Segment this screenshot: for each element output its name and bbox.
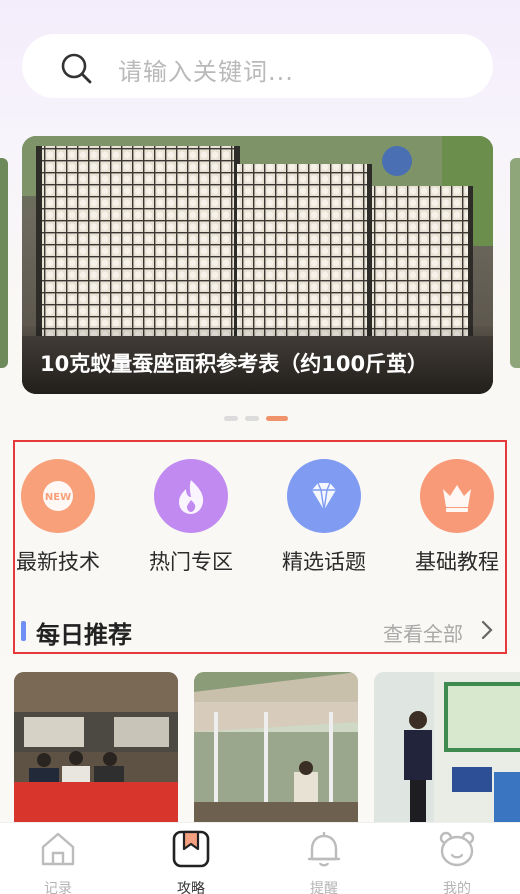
category-label: 精选话题 <box>282 550 366 574</box>
banner-carousel[interactable]: 10克蚁量蚕座面积参考表（约100斤茧） <box>22 136 493 394</box>
tab-reminders[interactable]: 提醒 <box>284 829 364 894</box>
banner-caption: 10克蚁量蚕座面积参考表（约100斤茧） <box>40 352 429 376</box>
category-basic-tutorial[interactable]: 基础教程 <box>402 459 512 576</box>
recommend-card[interactable] <box>194 672 358 822</box>
search-input[interactable]: 请输入关键词... <box>118 52 294 87</box>
view-all-link[interactable]: 查看全部 <box>383 618 463 647</box>
category-label: 基础教程 <box>415 550 499 574</box>
bell-icon <box>307 832 341 867</box>
search-icon <box>61 53 92 84</box>
recommend-thumbnail <box>14 672 178 822</box>
carousel-dot[interactable] <box>224 416 238 421</box>
tab-records[interactable]: 记录 <box>18 829 98 894</box>
banner-next-peek[interactable] <box>510 158 520 368</box>
tab-label: 记录 <box>44 881 72 894</box>
banner-prev-peek[interactable] <box>0 158 8 368</box>
carousel-dot[interactable] <box>245 416 259 421</box>
carousel-indicator <box>224 416 288 421</box>
bookmark-icon <box>172 830 210 868</box>
bottom-tab-bar: 记录 攻略 提醒 我的 <box>0 822 520 894</box>
recommend-card[interactable] <box>14 672 178 822</box>
category-featured-topics[interactable]: 精选话题 <box>269 459 379 576</box>
category-latest-tech[interactable]: NEW 最新技术 <box>3 459 113 576</box>
search-bar[interactable]: 请输入关键词... <box>22 34 493 98</box>
new-badge-icon: NEW <box>21 459 95 533</box>
tab-profile[interactable]: 我的 <box>417 829 497 894</box>
new-badge-text: NEW <box>45 492 71 503</box>
bear-face-icon <box>439 831 475 867</box>
tab-label: 攻略 <box>177 881 205 894</box>
flame-icon <box>154 459 228 533</box>
recommend-card[interactable] <box>374 672 520 822</box>
section-title: 每日推荐 <box>36 621 132 649</box>
category-label: 热门专区 <box>149 550 233 574</box>
crown-icon <box>420 459 494 533</box>
diamond-icon <box>287 459 361 533</box>
category-hot-zone[interactable]: 热门专区 <box>136 459 246 576</box>
home-icon <box>41 832 75 866</box>
recommend-thumbnail <box>194 672 358 822</box>
tab-label: 我的 <box>443 881 471 894</box>
chevron-right-icon[interactable] <box>480 620 494 640</box>
tab-label: 提醒 <box>310 881 338 894</box>
category-label: 最新技术 <box>16 550 100 574</box>
section-bar <box>21 621 26 641</box>
recommend-thumbnail <box>374 672 520 822</box>
carousel-dot-active[interactable] <box>266 416 288 421</box>
tab-guide[interactable]: 攻略 <box>151 829 231 894</box>
